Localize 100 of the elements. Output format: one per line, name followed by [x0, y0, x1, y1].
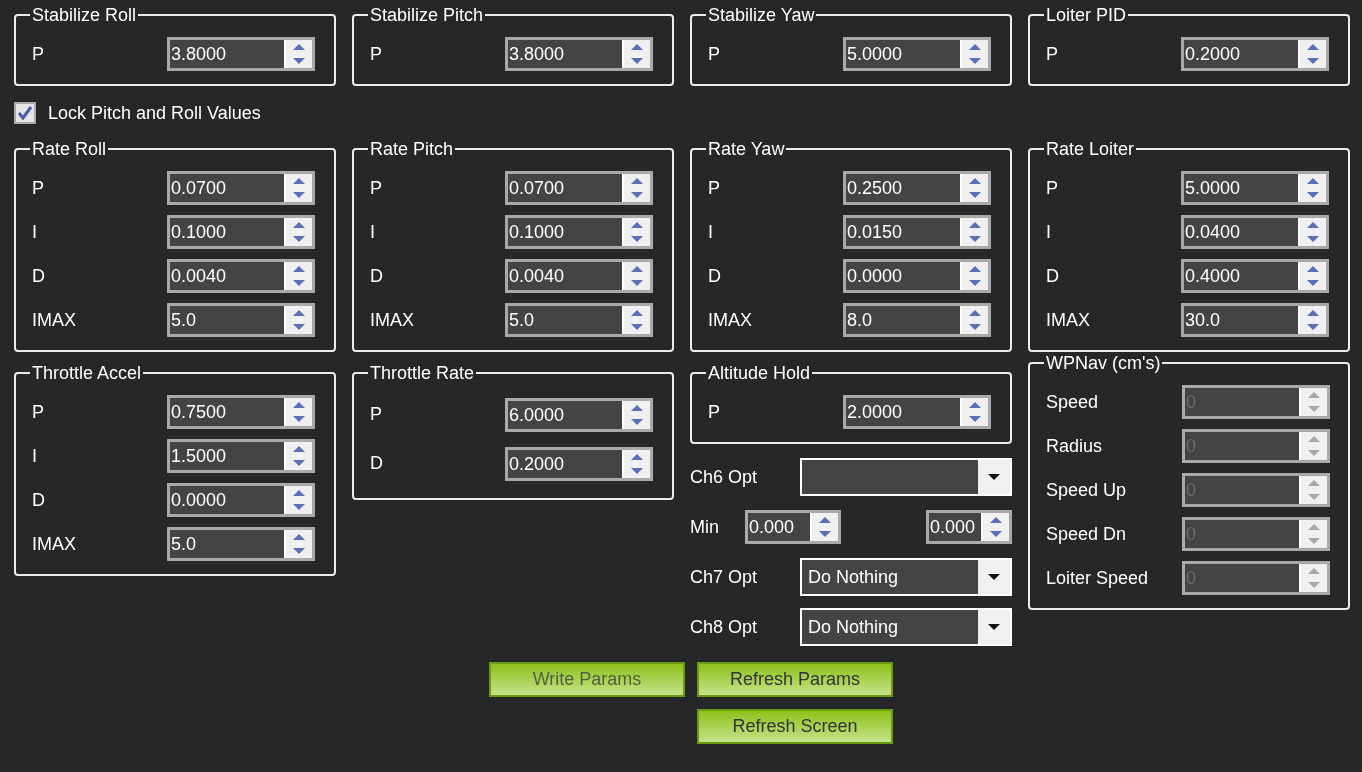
down-arrow-icon[interactable] [293, 236, 305, 242]
spin-box[interactable]: 0.2500 [843, 171, 991, 205]
up-arrow-icon[interactable] [1307, 310, 1319, 316]
up-arrow-icon[interactable] [293, 534, 305, 540]
spin-box[interactable]: 0.0700 [505, 171, 653, 205]
up-arrow-icon[interactable] [293, 222, 305, 228]
spin-box[interactable]: 0.2000 [1181, 37, 1329, 71]
up-arrow-icon[interactable] [293, 178, 305, 184]
up-arrow-icon[interactable] [1307, 266, 1319, 272]
up-arrow-icon[interactable] [631, 44, 643, 50]
down-arrow-icon[interactable] [1307, 236, 1319, 242]
up-arrow-icon[interactable] [969, 178, 981, 184]
dropdown[interactable]: Do Nothing [800, 608, 1012, 646]
up-arrow-icon[interactable] [631, 222, 643, 228]
up-arrow-icon[interactable] [293, 490, 305, 496]
field-label: D [708, 264, 722, 288]
spin-box[interactable]: 0.000 [745, 510, 841, 544]
down-arrow-icon[interactable] [293, 324, 305, 330]
spin-box[interactable]: 0.0000 [167, 483, 315, 517]
down-arrow-icon[interactable] [1307, 324, 1319, 330]
spin-box[interactable]: 0.0700 [167, 171, 315, 205]
down-arrow-icon[interactable] [1307, 280, 1319, 286]
up-arrow-icon[interactable] [1307, 178, 1319, 184]
caret-icon[interactable] [988, 624, 1000, 630]
up-arrow-icon[interactable] [969, 222, 981, 228]
spin-box[interactable]: 6.0000 [505, 397, 653, 432]
up-arrow-icon[interactable] [293, 446, 305, 452]
spin-box[interactable]: 0.0040 [167, 259, 315, 293]
spin-box[interactable]: 5.0 [505, 303, 653, 337]
down-arrow-icon[interactable] [990, 531, 1002, 537]
spin-box[interactable]: 3.8000 [167, 37, 315, 71]
spin-box[interactable]: 0.1000 [167, 215, 315, 249]
dropdown[interactable]: Do Nothing [800, 558, 1012, 596]
spin-box[interactable]: 5.0 [167, 303, 315, 337]
spin-box[interactable]: 0.0150 [843, 215, 991, 249]
up-arrow-icon[interactable] [293, 266, 305, 272]
spin-box[interactable]: 5.0000 [1181, 171, 1329, 205]
spin-box[interactable]: 2.0000 [843, 395, 991, 429]
up-arrow-icon[interactable] [969, 402, 981, 408]
spin-box[interactable]: 0.000 [926, 510, 1012, 544]
down-arrow-icon[interactable] [631, 236, 643, 242]
down-arrow-icon[interactable] [631, 324, 643, 330]
down-arrow-icon[interactable] [631, 280, 643, 286]
down-arrow-icon[interactable] [293, 58, 305, 64]
up-arrow-icon[interactable] [1307, 44, 1319, 50]
action-button[interactable]: Refresh Screen [697, 709, 893, 744]
down-arrow-icon[interactable] [293, 460, 305, 466]
down-arrow-icon[interactable] [1307, 192, 1319, 198]
down-arrow-icon[interactable] [631, 58, 643, 64]
caret-icon[interactable] [988, 474, 1000, 480]
spin-box[interactable]: 8.0 [843, 303, 991, 337]
spin-box[interactable]: 0.7500 [167, 395, 315, 429]
checkbox[interactable] [14, 102, 36, 124]
up-arrow-icon[interactable] [990, 517, 1002, 523]
spin-box[interactable]: 0.0000 [843, 259, 991, 293]
down-arrow-icon[interactable] [969, 236, 981, 242]
down-arrow-icon[interactable] [969, 416, 981, 422]
spin-box[interactable]: 0.0040 [505, 259, 653, 293]
up-arrow-icon[interactable] [293, 44, 305, 50]
up-arrow-icon[interactable] [631, 453, 643, 460]
down-arrow-icon[interactable] [631, 192, 643, 198]
spin-box[interactable]: 0.1000 [505, 215, 653, 249]
up-arrow-icon[interactable] [1307, 222, 1319, 228]
down-arrow-icon[interactable] [293, 416, 305, 422]
up-arrow-icon[interactable] [969, 266, 981, 272]
down-arrow-icon[interactable] [1307, 58, 1319, 64]
action-button[interactable]: Refresh Params [697, 662, 893, 697]
down-arrow-icon[interactable] [293, 504, 305, 510]
spin-box[interactable]: 30.0 [1181, 303, 1329, 337]
dropdown[interactable] [800, 458, 1012, 496]
spin-box[interactable]: 5.0000 [843, 37, 991, 71]
spin-box[interactable]: 5.0 [167, 527, 315, 561]
down-arrow-icon[interactable] [631, 467, 643, 474]
down-arrow-icon[interactable] [293, 548, 305, 554]
up-arrow-icon[interactable] [969, 44, 981, 50]
field-label: D [32, 264, 46, 288]
up-arrow-icon[interactable] [631, 310, 643, 316]
down-arrow-icon[interactable] [293, 280, 305, 286]
up-arrow-icon[interactable] [293, 402, 305, 408]
spin-box[interactable]: 3.8000 [505, 37, 653, 71]
caret-icon[interactable] [988, 574, 1000, 580]
field-label: Loiter Speed [1046, 566, 1150, 590]
down-arrow-icon[interactable] [819, 531, 831, 537]
spin-box[interactable]: 0.0400 [1181, 215, 1329, 249]
up-arrow-icon[interactable] [631, 178, 643, 184]
up-arrow-icon[interactable] [293, 310, 305, 316]
down-arrow-icon[interactable] [969, 280, 981, 286]
down-arrow-icon[interactable] [969, 324, 981, 330]
option-label: Ch6 Opt [690, 465, 759, 489]
spin-box[interactable]: 0.2000 [505, 446, 653, 481]
up-arrow-icon[interactable] [631, 266, 643, 272]
down-arrow-icon[interactable] [293, 192, 305, 198]
up-arrow-icon[interactable] [969, 310, 981, 316]
spin-box[interactable]: 1.5000 [167, 439, 315, 473]
up-arrow-icon[interactable] [819, 517, 831, 523]
up-arrow-icon[interactable] [631, 404, 643, 411]
down-arrow-icon[interactable] [969, 192, 981, 198]
down-arrow-icon[interactable] [969, 58, 981, 64]
spin-box[interactable]: 0.4000 [1181, 259, 1329, 293]
down-arrow-icon[interactable] [631, 418, 643, 425]
